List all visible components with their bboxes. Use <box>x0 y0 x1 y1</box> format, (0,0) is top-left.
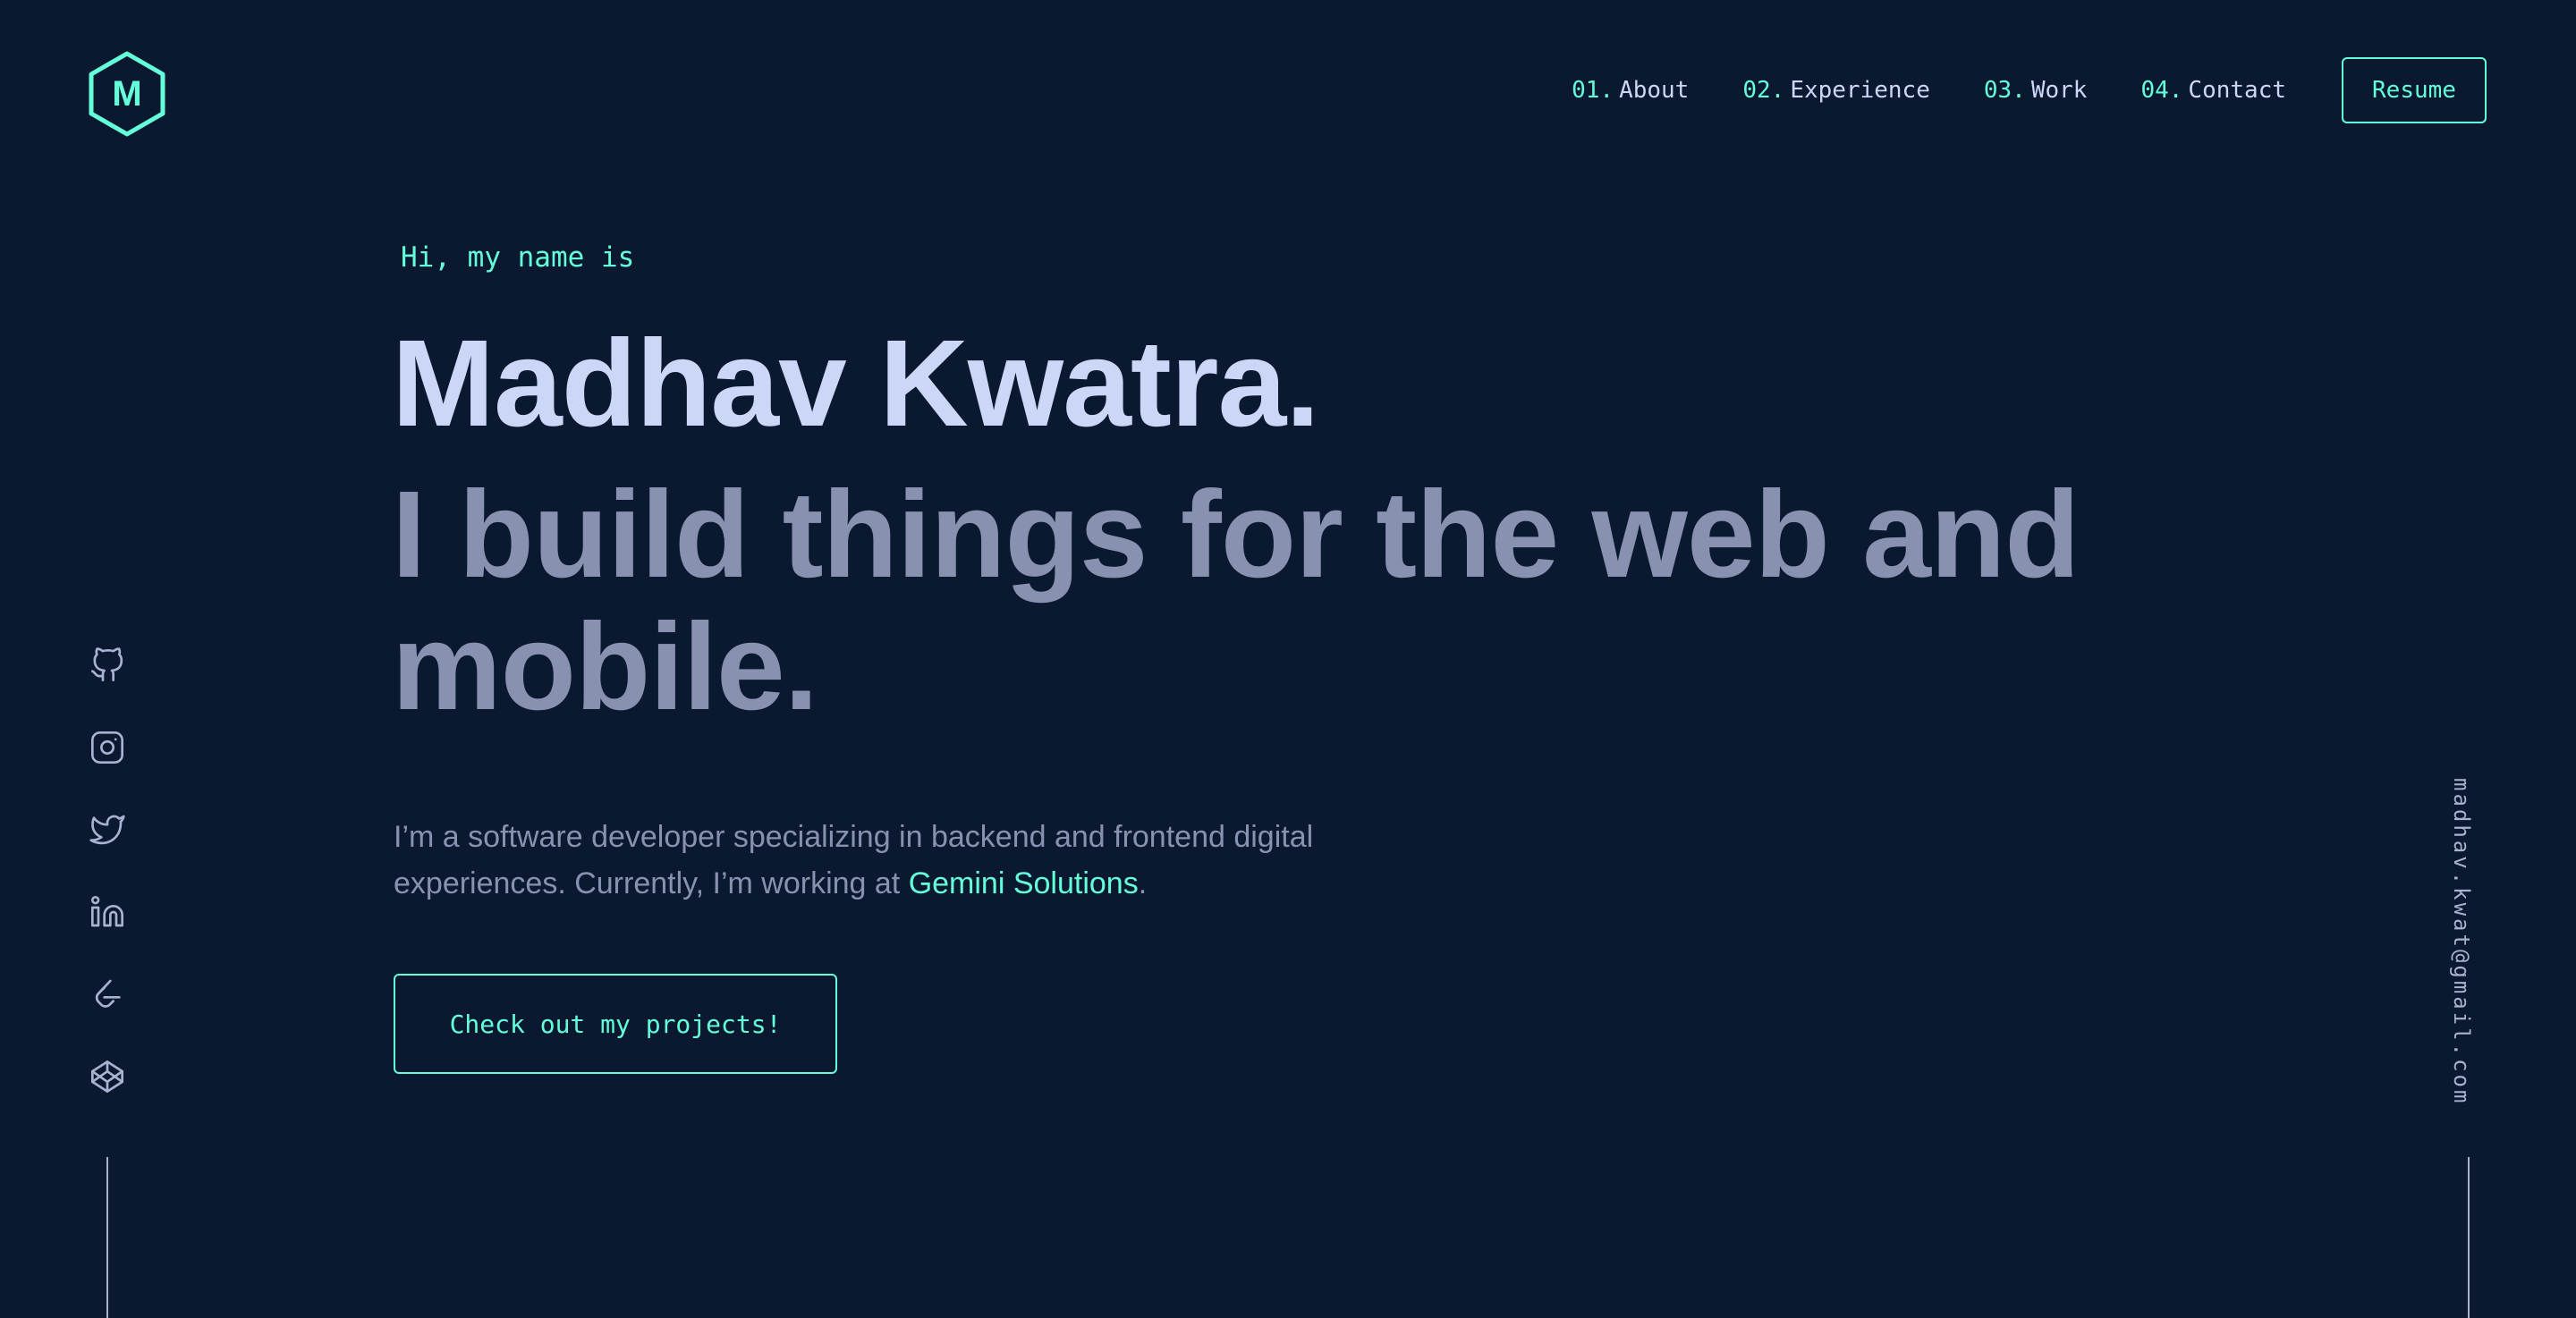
logo[interactable]: M <box>88 50 166 138</box>
twitter-icon[interactable] <box>86 808 129 851</box>
linkedin-icon[interactable] <box>86 891 129 934</box>
nav-item-number: 04. <box>2140 77 2183 104</box>
github-icon[interactable] <box>86 644 129 687</box>
nav-item-experience[interactable]: 02. Experience <box>1742 77 1930 104</box>
nav-item-work[interactable]: 03. Work <box>1984 77 2088 104</box>
intro-text-end: . <box>1138 866 1148 900</box>
hero-greeting: Hi, my name is <box>401 241 635 274</box>
codepen-icon[interactable] <box>86 1055 129 1098</box>
company-link[interactable]: Gemini Solutions <box>909 866 1139 900</box>
email-link[interactable]: madhav.kwat@gmail.com <box>2449 778 2474 1105</box>
leetcode-icon[interactable] <box>86 973 129 1016</box>
hero-tagline: I build things for the web and mobile. <box>392 466 2080 736</box>
nav-item-label: Contact <box>2188 77 2286 104</box>
logo-letter: M <box>112 73 142 114</box>
left-rail-line <box>106 1157 108 1318</box>
nav-item-number: 02. <box>1742 77 1785 104</box>
nav-item-number: 01. <box>1572 77 1614 104</box>
nav-item-about[interactable]: 01. About <box>1572 77 1689 104</box>
right-rail-line <box>2468 1157 2470 1318</box>
social-links <box>86 644 129 1137</box>
intro-text: I’m a software developer specializing in… <box>394 820 1314 900</box>
projects-button[interactable]: Check out my projects! <box>394 974 837 1074</box>
hero-name: Madhav Kwatra. <box>392 315 1320 452</box>
nav-item-label: About <box>1619 77 1690 104</box>
main-nav: 01. About 02. Experience 03. Work 04. Contac… <box>1518 55 2487 125</box>
instagram-icon[interactable] <box>86 726 129 769</box>
nav-item-number: 03. <box>1983 77 2026 104</box>
resume-button[interactable]: Resume <box>2342 57 2487 123</box>
nav-item-label: Work <box>2030 77 2088 104</box>
nav-item-label: Experience <box>1790 77 1930 104</box>
hero-intro: I’m a software developer specializing in… <box>394 814 1413 907</box>
nav-item-contact[interactable]: 04. Contact <box>2140 77 2286 104</box>
